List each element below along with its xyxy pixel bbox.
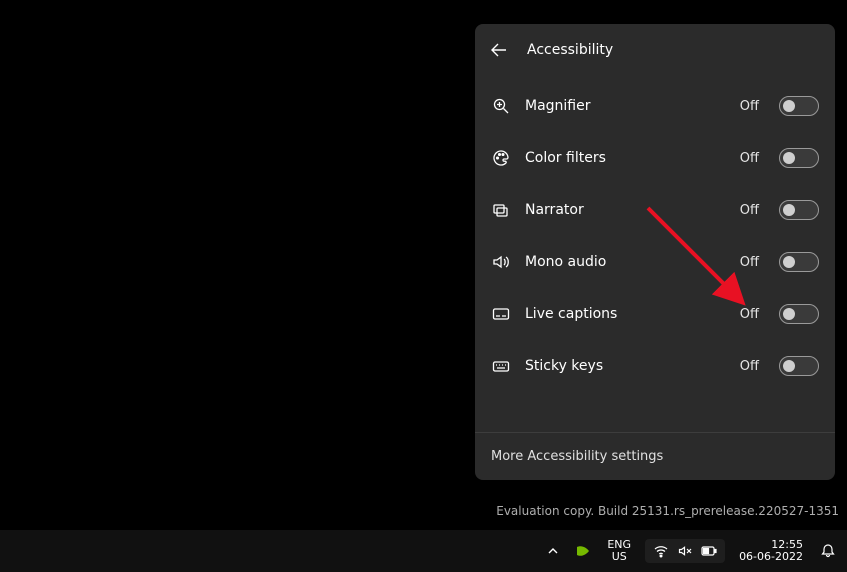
toggle-narrator[interactable] bbox=[779, 200, 819, 220]
row-state: Off bbox=[740, 99, 759, 114]
toggle-magnifier[interactable] bbox=[779, 96, 819, 116]
row-magnifier: Magnifier Off bbox=[491, 80, 819, 132]
accessibility-flyout: Accessibility Magnifier Off Color filter… bbox=[475, 24, 835, 480]
toggle-live-captions[interactable] bbox=[779, 304, 819, 324]
row-state: Off bbox=[740, 359, 759, 374]
toggle-color-filters[interactable] bbox=[779, 148, 819, 168]
nvidia-icon bbox=[575, 543, 591, 559]
captions-icon bbox=[491, 304, 511, 324]
clock[interactable]: 12:55 06-06-2022 bbox=[735, 539, 807, 563]
nvidia-tray-icon[interactable] bbox=[573, 541, 593, 561]
row-state: Off bbox=[740, 203, 759, 218]
row-state: Off bbox=[740, 307, 759, 322]
row-label: Sticky keys bbox=[525, 358, 726, 374]
row-label: Narrator bbox=[525, 202, 726, 218]
toggle-sticky-keys[interactable] bbox=[779, 356, 819, 376]
row-label: Live captions bbox=[525, 306, 726, 322]
keyboard-icon bbox=[491, 356, 511, 376]
palette-icon bbox=[491, 148, 511, 168]
speaker-icon bbox=[491, 252, 511, 272]
wifi-icon bbox=[653, 543, 669, 559]
flyout-list: Magnifier Off Color filters Off N bbox=[475, 76, 835, 432]
row-live-captions: Live captions Off bbox=[491, 288, 819, 340]
flyout-header: Accessibility bbox=[475, 24, 835, 76]
system-tray-group[interactable] bbox=[645, 539, 725, 563]
row-sticky-keys: Sticky keys Off bbox=[491, 340, 819, 392]
row-state: Off bbox=[740, 151, 759, 166]
magnifier-icon bbox=[491, 96, 511, 116]
clock-date: 06-06-2022 bbox=[739, 551, 803, 563]
taskbar: ENG US 12:55 06-06-2022 bbox=[0, 530, 847, 572]
tray-overflow-chevron[interactable] bbox=[543, 541, 563, 561]
narrator-icon bbox=[491, 200, 511, 220]
language-indicator[interactable]: ENG US bbox=[603, 539, 635, 563]
row-mono-audio: Mono audio Off bbox=[491, 236, 819, 288]
chevron-up-icon bbox=[547, 545, 559, 557]
toggle-mono-audio[interactable] bbox=[779, 252, 819, 272]
lang-secondary: US bbox=[607, 551, 631, 563]
bell-icon bbox=[820, 543, 836, 559]
row-label: Color filters bbox=[525, 150, 726, 166]
row-narrator: Narrator Off bbox=[491, 184, 819, 236]
row-label: Mono audio bbox=[525, 254, 726, 270]
back-button[interactable] bbox=[487, 38, 511, 62]
more-accessibility-link[interactable]: More Accessibility settings bbox=[475, 432, 835, 480]
flyout-title: Accessibility bbox=[527, 42, 613, 58]
row-color-filters: Color filters Off bbox=[491, 132, 819, 184]
notification-center-button[interactable] bbox=[817, 540, 839, 562]
volume-muted-icon bbox=[677, 543, 693, 559]
row-state: Off bbox=[740, 255, 759, 270]
back-arrow-icon bbox=[491, 42, 507, 58]
row-label: Magnifier bbox=[525, 98, 726, 114]
build-watermark: Evaluation copy. Build 25131.rs_prerelea… bbox=[496, 504, 839, 518]
battery-icon bbox=[701, 543, 717, 559]
